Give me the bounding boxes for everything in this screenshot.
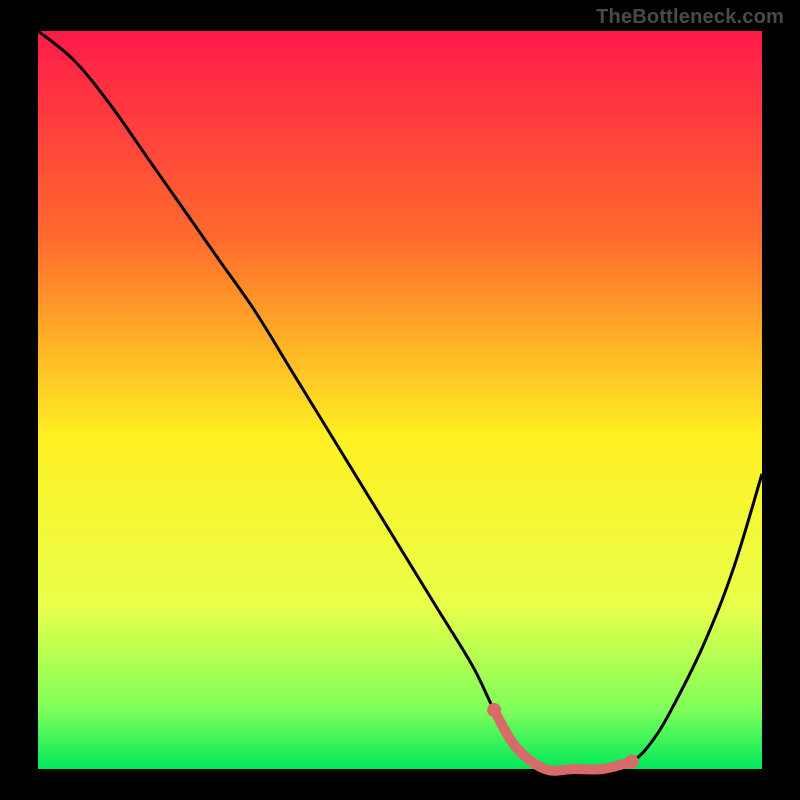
plot-svg	[0, 0, 800, 800]
heatmap-panel	[38, 31, 762, 769]
chart-stage: TheBottleneck.com	[0, 0, 800, 800]
watermark-label: TheBottleneck.com	[596, 6, 784, 29]
optimal-band-end-dot	[625, 755, 639, 769]
optimal-band-start-dot	[487, 703, 501, 717]
